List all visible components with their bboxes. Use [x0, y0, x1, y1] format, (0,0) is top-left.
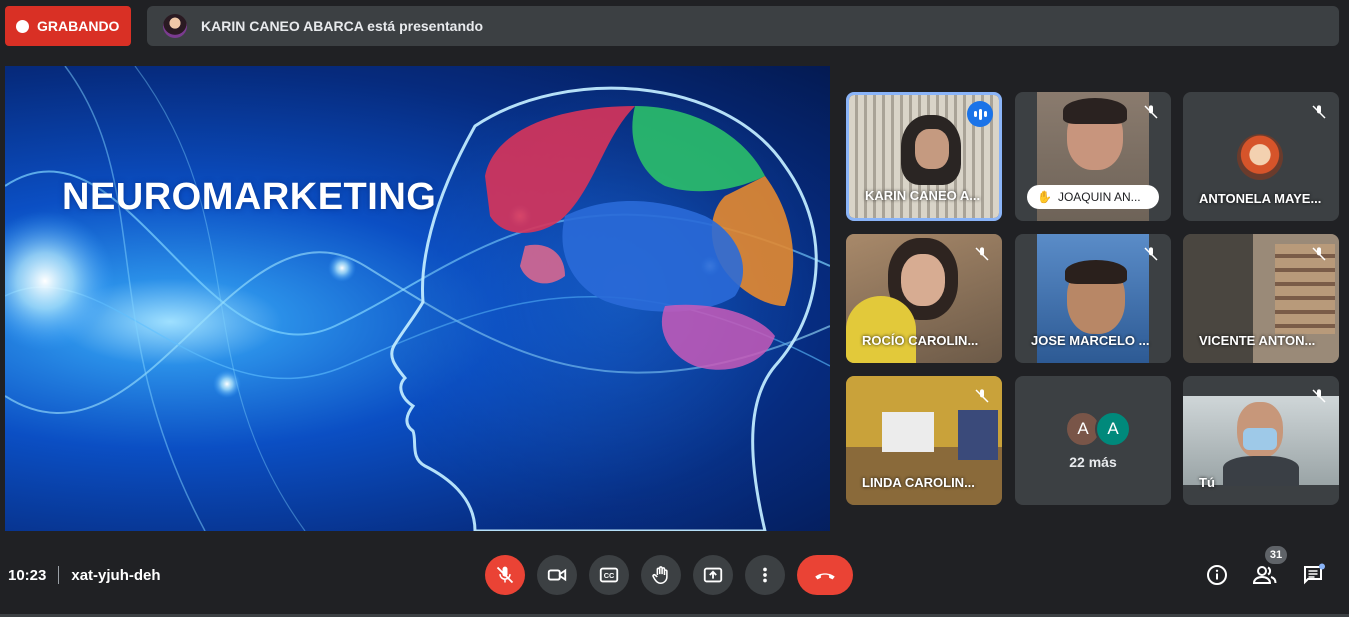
toggle-mic-button[interactable] [485, 555, 525, 595]
info-icon [1207, 565, 1227, 585]
mic-off-icon [970, 242, 994, 266]
participant-name: JOAQUIN AN... [1057, 190, 1141, 204]
mic-off-icon [1307, 242, 1331, 266]
participant-name: ANTONELA MAYE... [1199, 191, 1322, 206]
person-face [915, 129, 949, 169]
person-hair [1063, 98, 1127, 124]
participant-tile[interactable]: VICENTE ANTON... [1183, 234, 1339, 363]
participant-tile[interactable]: ANTONELA MAYE... [1183, 92, 1339, 221]
person-face [901, 254, 945, 306]
participant-name: JOSE MARCELO ... [1031, 333, 1150, 348]
speaking-indicator-icon [967, 101, 993, 127]
more-participants-count: 22 más [1069, 454, 1117, 470]
people-icon [1252, 566, 1277, 584]
leave-call-button[interactable] [797, 555, 853, 595]
face-mask [1243, 428, 1277, 450]
presentation-stage: NEUROMARKETING [5, 66, 830, 531]
participant-avatar [1237, 134, 1283, 180]
background-board [958, 410, 998, 460]
meeting-time: 10:23 [8, 566, 47, 584]
slide-title: NEUROMARKETING [62, 176, 437, 218]
recording-label: GRABANDO [37, 18, 120, 34]
mic-off-icon [1139, 242, 1163, 266]
show-everyone-button[interactable] [1250, 560, 1280, 590]
mic-off-icon [1307, 100, 1331, 124]
raise-hand-icon: ✋ [1037, 190, 1052, 204]
mic-off-icon [1307, 384, 1331, 408]
meeting-details-button[interactable] [1202, 560, 1232, 590]
participant-tile[interactable]: KARIN CANEO A... [846, 92, 1002, 221]
raise-hand-button[interactable] [641, 555, 681, 595]
mic-off-icon [970, 384, 994, 408]
presenting-text: KARIN CANEO ABARCA está presentando [201, 18, 484, 34]
participant-tile[interactable]: LINDA CAROLIN... [846, 376, 1002, 505]
presenter-avatar [163, 14, 187, 38]
more-avatars: A A [1065, 411, 1131, 447]
chat-icon [1304, 563, 1325, 585]
mic-off-icon [496, 566, 514, 584]
more-options-button[interactable] [745, 555, 785, 595]
participant-tile-self[interactable]: Tú [1183, 376, 1339, 505]
more-participants-tile[interactable]: A A 22 más [1015, 376, 1171, 505]
hang-up-icon [815, 573, 835, 580]
meeting-info: 10:23 xat-yjuh-deh [8, 565, 161, 585]
chat-button[interactable] [1298, 560, 1328, 590]
avatar: A [1095, 411, 1131, 447]
more-options-icon [763, 567, 767, 583]
present-icon [703, 567, 723, 583]
meeting-code[interactable]: xat-yjuh-deh [71, 567, 160, 584]
background-whiteboard [882, 412, 934, 452]
participant-name: VICENTE ANTON... [1199, 333, 1316, 348]
divider [58, 566, 60, 584]
svg-text:CC: CC [604, 571, 615, 580]
present-now-button[interactable] [693, 555, 733, 595]
participant-name: LINDA CAROLIN... [862, 475, 975, 490]
slide-artwork [5, 66, 830, 531]
participant-name: KARIN CANEO A... [865, 188, 981, 203]
participant-name: ROCÍO CAROLIN... [862, 333, 979, 348]
camera-icon [547, 568, 567, 582]
person-body [1223, 456, 1299, 486]
participant-tile[interactable]: ROCÍO CAROLIN... [846, 234, 1002, 363]
mic-off-icon [1139, 100, 1163, 124]
participant-name: Tú [1199, 475, 1215, 490]
people-count-badge: 31 [1265, 546, 1287, 564]
presenting-banner: KARIN CANEO ABARCA está presentando [147, 6, 1339, 46]
captions-icon: CC [599, 567, 619, 583]
toggle-camera-button[interactable] [537, 555, 577, 595]
hand-raised-chip: ✋ JOAQUIN AN... [1027, 185, 1159, 209]
captions-button[interactable]: CC [589, 555, 629, 595]
background-object [846, 296, 916, 363]
person-hair [1065, 260, 1127, 284]
recording-dot-icon [16, 19, 29, 33]
participant-tile[interactable]: JOSE MARCELO ... [1015, 234, 1171, 363]
raise-hand-icon [652, 566, 668, 585]
participant-tile[interactable]: ✋ JOAQUIN AN... [1015, 92, 1171, 221]
recording-indicator[interactable]: GRABANDO [5, 6, 131, 46]
